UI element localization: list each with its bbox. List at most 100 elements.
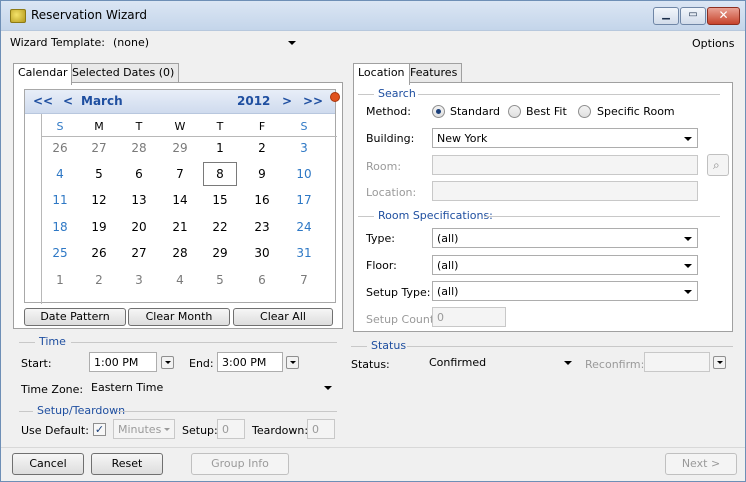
day-cell[interactable]: 26 [82, 241, 116, 265]
end-time-dropdown-icon[interactable] [286, 356, 299, 369]
prev-year-button[interactable]: << [33, 94, 53, 108]
time-group-label: Time [39, 335, 66, 348]
setup-count-input[interactable]: 0 [432, 307, 506, 327]
day-cell[interactable]: 12 [82, 188, 116, 212]
tab-location[interactable]: Location [353, 63, 410, 85]
day-cell[interactable]: 29 [163, 136, 197, 160]
day-cell[interactable]: 27 [122, 241, 156, 265]
day-cell[interactable]: 31 [287, 241, 321, 265]
room-input[interactable] [432, 155, 698, 175]
day-cell[interactable]: 22 [203, 215, 237, 239]
teardown-input[interactable]: 0 [307, 419, 335, 439]
title-bar[interactable]: Reservation Wizard ▁ ▭ ✕ [1, 1, 745, 31]
radio-best-fit[interactable] [508, 105, 521, 118]
footer-divider [1, 447, 745, 448]
day-cell[interactable]: 3 [287, 136, 321, 160]
reset-button[interactable]: Reset [91, 453, 163, 475]
date-pattern-button[interactable]: Date Pattern [24, 308, 126, 326]
day-cell[interactable]: 2 [82, 268, 116, 292]
day-cell[interactable]: 28 [122, 136, 156, 160]
day-cell[interactable]: 24 [287, 215, 321, 239]
time-zone-value: Eastern Time [91, 381, 164, 394]
radio-specific-room[interactable] [578, 105, 591, 118]
tab-calendar[interactable]: Calendar [13, 63, 73, 85]
floor-dropdown[interactable]: (all) [432, 255, 698, 275]
options-menu[interactable]: Options [692, 37, 734, 50]
day-cell[interactable]: 6 [245, 268, 279, 292]
day-cell[interactable]: 2 [245, 136, 279, 160]
next-year-button[interactable]: >> [303, 94, 323, 108]
day-cell[interactable]: 15 [203, 188, 237, 212]
dow-label: W [174, 120, 186, 133]
day-cell[interactable]: 6 [122, 162, 156, 186]
day-cell[interactable]: 26 [43, 136, 77, 160]
best-fit-label: Best Fit [526, 105, 567, 118]
start-time-input[interactable]: 1:00 PM [89, 352, 157, 372]
tab-features[interactable]: Features [405, 63, 463, 83]
day-cell[interactable]: 7 [163, 162, 197, 186]
cancel-button[interactable]: Cancel [12, 453, 84, 475]
day-cell[interactable]: 3 [122, 268, 156, 292]
time-zone-dropdown[interactable]: Eastern Time [87, 378, 337, 398]
month-label: March [81, 94, 123, 108]
close-button[interactable]: ✕ [707, 7, 740, 25]
start-time-dropdown-icon[interactable] [161, 356, 174, 369]
end-time-input[interactable]: 3:00 PM [217, 352, 283, 372]
day-cell[interactable]: 13 [122, 188, 156, 212]
day-cell[interactable]: 27 [82, 136, 116, 160]
reconfirm-label: Reconfirm: [585, 358, 645, 371]
selected-day-cell[interactable]: 8 [203, 162, 237, 186]
units-dropdown[interactable]: Minutes [113, 419, 175, 439]
reconfirm-input[interactable] [644, 352, 710, 372]
setup-input[interactable]: 0 [217, 419, 245, 439]
prev-month-button[interactable]: < [63, 94, 73, 108]
wizard-template-dropdown[interactable]: (none) [109, 33, 301, 53]
building-dropdown[interactable]: New York [432, 128, 698, 148]
day-cell[interactable]: 28 [163, 241, 197, 265]
location-input[interactable] [432, 181, 698, 201]
day-cell[interactable]: 20 [122, 215, 156, 239]
reconfirm-dropdown-icon[interactable] [713, 356, 726, 369]
minimize-button[interactable]: ▁ [653, 7, 679, 25]
day-cell[interactable]: 30 [245, 241, 279, 265]
day-cell[interactable]: 10 [287, 162, 321, 186]
radio-standard[interactable] [432, 105, 445, 118]
chevron-down-icon [288, 41, 296, 45]
day-cell[interactable]: 5 [203, 268, 237, 292]
day-cell[interactable]: 11 [43, 188, 77, 212]
day-cell[interactable]: 23 [245, 215, 279, 239]
use-default-checkbox[interactable]: ✓ [93, 423, 106, 436]
setup-type-dropdown[interactable]: (all) [432, 281, 698, 301]
day-cell[interactable]: 17 [287, 188, 321, 212]
day-cell[interactable]: 21 [163, 215, 197, 239]
day-cell[interactable]: 14 [163, 188, 197, 212]
day-cell[interactable]: 25 [43, 241, 77, 265]
clear-month-button[interactable]: Clear Month [128, 308, 230, 326]
type-dropdown[interactable]: (all) [432, 228, 698, 248]
day-cell[interactable]: 19 [82, 215, 116, 239]
day-cell[interactable]: 7 [287, 268, 321, 292]
room-search-button[interactable]: ⌕ [707, 154, 729, 176]
clear-all-button[interactable]: Clear All [233, 308, 333, 326]
day-cell[interactable]: 1 [43, 268, 77, 292]
day-cell[interactable]: 29 [203, 241, 237, 265]
type-label: Type: [366, 232, 395, 245]
status-group-line-right [407, 346, 733, 347]
day-cell[interactable]: 5 [82, 162, 116, 186]
maximize-button[interactable]: ▭ [680, 7, 706, 25]
status-dropdown[interactable]: Confirmed [425, 353, 577, 373]
next-button[interactable]: Next > [665, 453, 737, 475]
tab-selected-dates[interactable]: Selected Dates (0) [67, 63, 180, 83]
day-cell[interactable]: 18 [43, 215, 77, 239]
search-group-line-right [418, 94, 720, 95]
chevron-down-icon [324, 386, 332, 390]
room-specs-group-label: Room Specifications: [378, 209, 493, 222]
group-info-button[interactable]: Group Info [191, 453, 289, 475]
day-cell[interactable]: 1 [203, 136, 237, 160]
next-month-button[interactable]: > [282, 94, 292, 108]
day-cell[interactable]: 4 [163, 268, 197, 292]
day-cell[interactable]: 9 [245, 162, 279, 186]
right-tabs-container: Location Features Search Method: Standar… [353, 63, 733, 335]
day-cell[interactable]: 16 [245, 188, 279, 212]
day-cell[interactable]: 4 [43, 162, 77, 186]
